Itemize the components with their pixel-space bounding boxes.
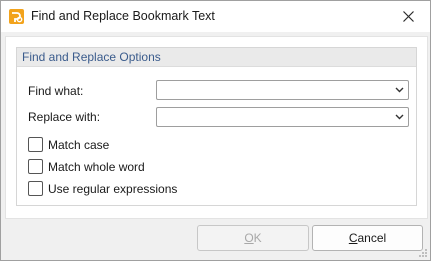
regex-label[interactable]: Use regular expressions [48,182,177,196]
ok-button[interactable]: OK [197,225,309,251]
ok-label: K [253,231,262,245]
regex-checkbox[interactable] [28,181,43,196]
close-button[interactable] [386,1,430,32]
replace-combobox[interactable] [156,107,409,127]
resize-grip-icon[interactable] [418,248,428,258]
dialog-title: Find and Replace Bookmark Text [31,9,215,23]
match-case-label[interactable]: Match case [48,138,109,152]
close-icon [402,11,414,22]
group-title: Find and Replace Options [22,50,161,64]
group-header: Find and Replace Options [17,48,416,67]
replace-label: Replace with: [28,110,101,124]
chevron-down-icon[interactable] [395,113,404,121]
dialog-window: Find and Replace Bookmark Text Find and … [0,0,431,261]
cancel-button[interactable]: Cancel [312,225,423,251]
find-input[interactable] [160,82,380,98]
replace-input[interactable] [160,109,380,125]
ok-mnemonic: O [244,231,254,245]
chevron-down-icon[interactable] [395,86,404,94]
match-case-checkbox[interactable] [28,137,43,152]
cancel-label: ancel [357,231,387,245]
find-label: Find what: [28,84,84,98]
match-whole-word-label[interactable]: Match whole word [48,160,145,174]
options-group: Find and Replace Options Find what: Repl… [16,47,417,206]
find-combobox[interactable] [156,80,409,100]
cancel-mnemonic: C [348,231,358,245]
match-whole-word-checkbox[interactable] [28,159,43,174]
dialog-body: Find and Replace Options Find what: Repl… [5,36,428,219]
pdf-app-icon [9,9,24,24]
title-bar: Find and Replace Bookmark Text [1,1,430,32]
